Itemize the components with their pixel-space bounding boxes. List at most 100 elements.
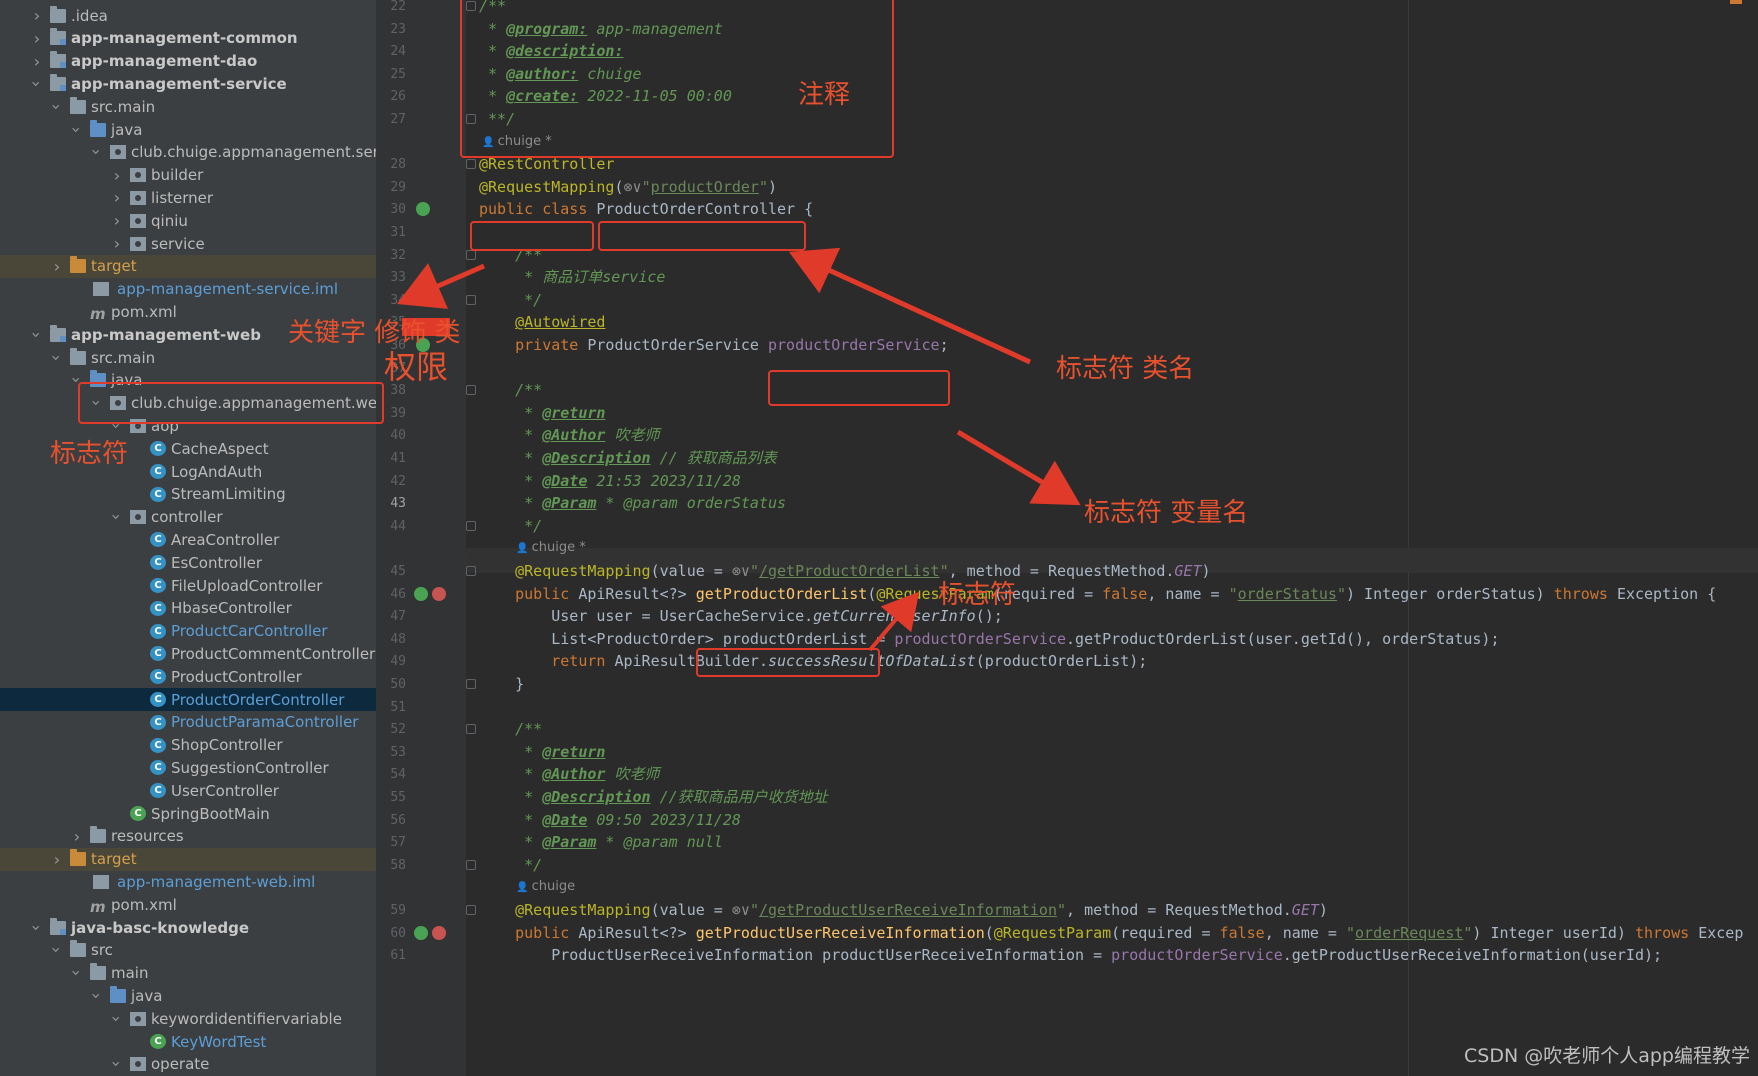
- code-line[interactable]: * @Author 吹老师: [479, 423, 659, 448]
- chevron-down-icon[interactable]: ›: [48, 351, 67, 365]
- tree-item[interactable]: › app-management-service: [0, 72, 376, 95]
- tree-item[interactable]: C StreamLimiting: [0, 483, 376, 506]
- tree-item[interactable]: › app-management-dao: [0, 50, 376, 73]
- endpoint-icon[interactable]: [432, 586, 446, 601]
- tree-item[interactable]: › src.main: [0, 346, 376, 369]
- chevron-down-icon[interactable]: ›: [28, 77, 47, 91]
- code-line[interactable]: @RequestMapping(value = ⊗∨"/getProductUs…: [479, 898, 1328, 923]
- code-line[interactable]: @Autowired: [479, 310, 605, 335]
- chevron-down-icon[interactable]: ›: [28, 921, 47, 935]
- tree-item[interactable]: › main: [0, 962, 376, 985]
- tree-item[interactable]: › src.main: [0, 95, 376, 118]
- code-line[interactable]: /**: [479, 717, 542, 742]
- spring-mapping-icon[interactable]: [414, 925, 428, 940]
- tree-item[interactable]: C KeyWordTest: [0, 1030, 376, 1053]
- chevron-right-icon[interactable]: ›: [30, 29, 44, 48]
- fold-marker-icon[interactable]: [466, 859, 476, 870]
- code-line[interactable]: private ProductOrderService productOrder…: [479, 333, 949, 358]
- code-line[interactable]: */: [479, 853, 542, 878]
- code-line[interactable]: * @Param * @param orderStatus: [479, 491, 786, 516]
- code-line[interactable]: @RequestMapping(value = ⊗∨"/getProductOr…: [479, 559, 1210, 584]
- code-line[interactable]: public class ProductOrderController {: [479, 197, 813, 222]
- chevron-down-icon[interactable]: ›: [108, 510, 127, 524]
- tree-item[interactable]: › app-management-common: [0, 27, 376, 50]
- chevron-down-icon[interactable]: ›: [108, 1012, 127, 1026]
- code-line[interactable]: * @Author 吹老师: [479, 762, 659, 787]
- chevron-down-icon[interactable]: ›: [88, 989, 107, 1003]
- tree-item[interactable]: › controller: [0, 506, 376, 529]
- author-inlay-hint[interactable]: 👤 chuige *: [516, 540, 586, 555]
- tree-item[interactable]: › src: [0, 939, 376, 962]
- tree-item[interactable]: app-management-web.iml: [0, 870, 376, 893]
- tree-item[interactable]: › service: [0, 232, 376, 255]
- chevron-right-icon[interactable]: ›: [30, 52, 44, 71]
- chevron-right-icon[interactable]: ›: [110, 234, 124, 253]
- code-line[interactable]: */: [479, 514, 542, 539]
- fold-marker-icon[interactable]: [466, 249, 476, 260]
- code-line[interactable]: * @Description // 获取商品列表: [479, 446, 777, 471]
- chevron-right-icon[interactable]: ›: [110, 211, 124, 230]
- tree-item[interactable]: › .idea: [0, 4, 376, 27]
- code-line[interactable]: */: [479, 288, 542, 313]
- chevron-down-icon[interactable]: ›: [68, 966, 87, 980]
- tree-item[interactable]: C HbaseController: [0, 597, 376, 620]
- tree-item[interactable]: › java: [0, 984, 376, 1007]
- fold-marker-icon[interactable]: [466, 724, 476, 735]
- code-line[interactable]: List<ProductOrder> productOrderList = pr…: [479, 627, 1499, 652]
- code-line[interactable]: * @Date 09:50 2023/11/28: [479, 808, 741, 833]
- chevron-down-icon[interactable]: ›: [48, 943, 67, 957]
- tree-item[interactable]: C UserController: [0, 779, 376, 802]
- fold-marker-icon[interactable]: [466, 294, 476, 305]
- tree-item[interactable]: › qiniu: [0, 209, 376, 232]
- code-line[interactable]: * @Date 21:53 2023/11/28: [479, 469, 741, 494]
- spring-mapping-icon[interactable]: [414, 586, 428, 601]
- endpoint-icon[interactable]: [432, 925, 446, 940]
- tree-item[interactable]: C ShopController: [0, 734, 376, 757]
- code-line[interactable]: * 商品订单service: [479, 265, 665, 290]
- fold-marker-icon[interactable]: [466, 905, 476, 915]
- tree-item[interactable]: m pom.xml: [0, 893, 376, 916]
- chevron-right-icon[interactable]: ›: [30, 6, 44, 25]
- tree-item[interactable]: › resources: [0, 825, 376, 848]
- code-line[interactable]: * @return: [479, 401, 605, 426]
- chevron-down-icon[interactable]: ›: [108, 1057, 127, 1071]
- project-tree-panel[interactable]: › .idea › app-management-common › app-managem…: [0, 0, 377, 1076]
- code-line[interactable]: ProductUserReceiveInformation productUse…: [479, 943, 1662, 968]
- code-line[interactable]: }: [479, 672, 524, 697]
- tree-item[interactable]: › keywordidentifiervariable: [0, 1007, 376, 1030]
- tree-item[interactable]: C FileUploadController: [0, 574, 376, 597]
- chevron-right-icon[interactable]: ›: [70, 827, 84, 846]
- tree-item[interactable]: C AreaController: [0, 528, 376, 551]
- tree-item[interactable]: › java: [0, 118, 376, 141]
- tree-item[interactable]: C ProductOrderController: [0, 688, 376, 711]
- chevron-down-icon[interactable]: ›: [28, 328, 47, 342]
- tree-item[interactable]: C SpringBootMain: [0, 802, 376, 825]
- tree-item[interactable]: › listerner: [0, 186, 376, 209]
- tree-item[interactable]: › target: [0, 254, 376, 278]
- tree-item[interactable]: C EsController: [0, 551, 376, 574]
- tree-item[interactable]: C ProductController: [0, 665, 376, 688]
- tree-item[interactable]: › java-basc-knowledge: [0, 916, 376, 939]
- tree-item[interactable]: › club.chuige.appmanagement.servic: [0, 141, 377, 164]
- chevron-right-icon[interactable]: ›: [110, 166, 124, 185]
- tree-item[interactable]: C ProductCarController: [0, 620, 376, 643]
- fold-marker-icon[interactable]: [466, 679, 476, 689]
- code-line[interactable]: * @Param * @param null: [479, 830, 723, 855]
- tree-item[interactable]: › builder: [0, 164, 376, 187]
- chevron-down-icon[interactable]: ›: [68, 123, 87, 137]
- chevron-down-icon[interactable]: ›: [88, 145, 107, 159]
- chevron-right-icon[interactable]: ›: [50, 850, 64, 869]
- tree-item[interactable]: › target: [0, 847, 376, 871]
- editor-warning-marker[interactable]: [1730, 0, 1742, 4]
- tree-item[interactable]: C SuggestionController: [0, 756, 376, 779]
- fold-marker-icon[interactable]: [466, 566, 476, 576]
- code-line[interactable]: * @Description //获取商品用户收货地址: [479, 785, 828, 810]
- chevron-right-icon[interactable]: ›: [50, 257, 64, 276]
- fold-marker-icon[interactable]: [466, 159, 476, 170]
- code-line[interactable]: public ApiResult<?> getProductOrderList(…: [479, 582, 1716, 607]
- chevron-right-icon[interactable]: ›: [110, 188, 124, 207]
- tree-item[interactable]: app-management-service.iml: [0, 278, 376, 301]
- tree-item[interactable]: C ProductCommentController: [0, 642, 376, 665]
- code-line[interactable]: /**: [479, 378, 542, 403]
- code-line[interactable]: @RequestMapping(⊗∨"productOrder"): [479, 175, 777, 200]
